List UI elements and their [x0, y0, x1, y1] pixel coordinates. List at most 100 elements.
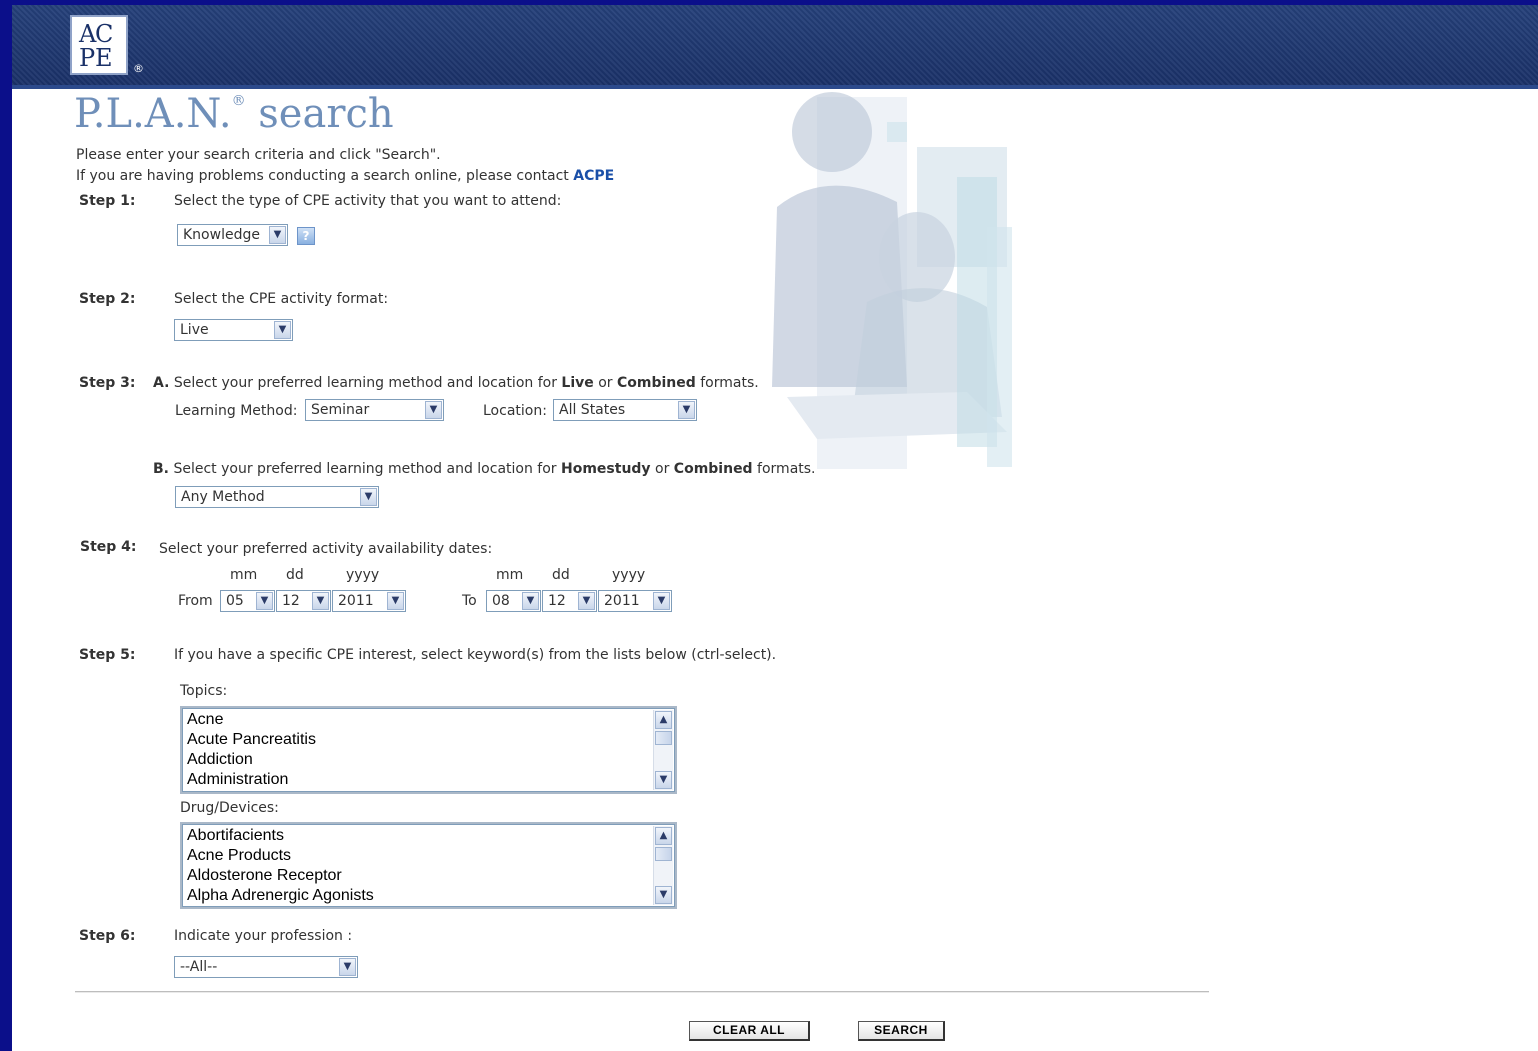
from-year-select[interactable]: 2011 ▼ [332, 590, 406, 612]
scroll-thumb[interactable] [655, 847, 672, 861]
list-item[interactable]: Addiction [187, 751, 253, 769]
logo-mark-icon: A C P E [76, 20, 122, 72]
location-label: Location: [483, 403, 547, 419]
to-dd-header: dd [552, 567, 570, 583]
to-month-value: 08 [492, 593, 510, 609]
learning-method-select[interactable]: Seminar ▼ [305, 399, 444, 421]
scroll-up-icon[interactable]: ▲ [655, 711, 672, 729]
chevron-down-icon[interactable]: ▼ [653, 592, 670, 610]
chevron-down-icon[interactable]: ▼ [425, 401, 442, 419]
learning-method-value: Seminar [311, 402, 370, 418]
from-label: From [178, 593, 213, 609]
drugs-label: Drug/Devices: [180, 800, 279, 816]
chevron-down-icon[interactable]: ▼ [312, 592, 329, 610]
drugs-listbox-frame: Abortifacients Acne Products Aldosterone… [182, 824, 675, 907]
list-item[interactable]: Abortifacients [187, 827, 284, 845]
step-3b-combined: Combined [673, 461, 753, 477]
title-registered-mark: ® [231, 93, 246, 109]
activity-type-select[interactable]: Knowledge ▼ [177, 224, 288, 246]
location-select[interactable]: All States ▼ [553, 399, 697, 421]
step-2-text: Select the CPE activity format: [174, 291, 389, 307]
topics-listbox[interactable]: Acne Acute Pancreatitis Addiction Admini… [180, 706, 677, 794]
step-3a-marker: A. [153, 375, 170, 391]
topics-label: Topics: [180, 683, 228, 699]
step-3a-suffix: formats. [700, 375, 759, 391]
step-3b-text: B. Select your preferred learning method… [153, 461, 816, 477]
to-year-select[interactable]: 2011 ▼ [598, 590, 672, 612]
learning-method-label: Learning Method: [175, 403, 298, 419]
drugs-listbox[interactable]: Abortifacients Acne Products Aldosterone… [180, 822, 677, 909]
divider [75, 991, 1209, 993]
chevron-down-icon[interactable]: ▼ [274, 321, 291, 339]
homestudy-method-select[interactable]: Any Method ▼ [175, 486, 379, 508]
chevron-down-icon[interactable]: ▼ [578, 592, 595, 610]
drugs-scrollbar[interactable]: ▲ ▼ [653, 826, 673, 905]
chevron-down-icon[interactable]: ▼ [387, 592, 404, 610]
from-dd-header: dd [286, 567, 304, 583]
acpe-contact-link[interactable]: ACPE [573, 168, 614, 184]
step-5-label: Step 5: [79, 647, 136, 663]
chevron-down-icon[interactable]: ▼ [256, 592, 273, 610]
scroll-up-icon[interactable]: ▲ [655, 827, 672, 845]
search-button[interactable]: SEARCH [858, 1021, 945, 1041]
chevron-down-icon[interactable]: ▼ [360, 488, 377, 506]
search-title-text: search [258, 91, 394, 137]
chevron-down-icon[interactable]: ▼ [339, 958, 356, 976]
step-3a-or: or [598, 375, 613, 391]
from-month-select[interactable]: 05 ▼ [220, 590, 275, 612]
from-month-value: 05 [226, 593, 244, 609]
topics-scrollbar[interactable]: ▲ ▼ [653, 710, 673, 790]
scroll-thumb[interactable] [655, 731, 672, 745]
step-3a-text: A. Select your preferred learning method… [153, 375, 759, 391]
help-icon[interactable]: ? [297, 227, 315, 245]
list-item[interactable]: Administration [187, 771, 288, 789]
list-item[interactable]: Acne [187, 711, 223, 729]
step-6-label: Step 6: [79, 928, 136, 944]
location-value: All States [559, 402, 626, 418]
to-month-select[interactable]: 08 ▼ [486, 590, 541, 612]
acpe-logo[interactable]: A C P E [70, 15, 128, 75]
list-item[interactable]: Aldosterone Receptor [187, 867, 342, 885]
step-3a-combined: Combined [617, 375, 696, 391]
step-3b-marker: B. [153, 461, 169, 477]
to-day-value: 12 [548, 593, 566, 609]
step-4-label: Step 4: [80, 539, 137, 555]
from-day-value: 12 [282, 593, 300, 609]
step-6-text: Indicate your profession : [174, 928, 353, 944]
step-3b-homestudy: Homestudy [561, 461, 651, 477]
list-item[interactable]: Alpha Adrenergic Agonists [187, 887, 374, 905]
step-3a-live: Live [561, 375, 594, 391]
step-3b-text-pre: Select your preferred learning method an… [173, 461, 557, 477]
clear-all-button[interactable]: CLEAR ALL [689, 1021, 810, 1041]
intro-line-2-text: If you are having problems conducting a … [76, 168, 569, 184]
topics-listbox-frame: Acne Acute Pancreatitis Addiction Admini… [182, 708, 675, 792]
chevron-down-icon[interactable]: ▼ [678, 401, 695, 419]
from-day-select[interactable]: 12 ▼ [276, 590, 331, 612]
to-day-select[interactable]: 12 ▼ [542, 590, 597, 612]
step-1-text: Select the type of CPE activity that you… [174, 193, 562, 209]
scroll-down-icon[interactable]: ▼ [655, 886, 672, 904]
intro-line-1: Please enter your search criteria and cl… [76, 147, 441, 163]
activity-format-value: Live [180, 322, 209, 338]
chevron-down-icon[interactable]: ▼ [269, 226, 286, 244]
step-2-label: Step 2: [79, 291, 136, 307]
scroll-down-icon[interactable]: ▼ [655, 771, 672, 789]
step-3-label: Step 3: [79, 375, 136, 391]
list-item[interactable]: Acne Products [187, 847, 291, 865]
list-item[interactable]: Acute Pancreatitis [187, 731, 316, 749]
pharmacists-photo [757, 87, 1027, 469]
step-5-text: If you have a specific CPE interest, sel… [174, 647, 777, 663]
activity-format-select[interactable]: Live ▼ [174, 319, 293, 341]
step-3a-text-pre: Select your preferred learning method an… [173, 375, 557, 391]
step-3b-or: or [655, 461, 670, 477]
to-mm-header: mm [496, 567, 524, 583]
profession-select[interactable]: --All-- ▼ [174, 956, 358, 978]
chevron-down-icon[interactable]: ▼ [522, 592, 539, 610]
registered-mark: ® [133, 62, 144, 75]
activity-type-value: Knowledge [183, 227, 260, 243]
intro-line-2: If you are having problems conducting a … [76, 168, 614, 184]
from-year-value: 2011 [338, 593, 374, 609]
from-yyyy-header: yyyy [346, 567, 380, 583]
step-3b-suffix: formats. [757, 461, 816, 477]
header-banner: A C P E ® [12, 5, 1538, 89]
